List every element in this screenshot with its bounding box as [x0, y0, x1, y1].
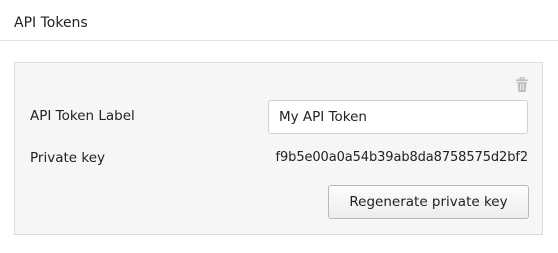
trash-icon[interactable]: [514, 77, 530, 93]
api-token-label-caption: API Token Label: [30, 108, 135, 124]
section-title: API Tokens: [14, 15, 88, 31]
title-divider: [0, 40, 558, 41]
api-token-label-input[interactable]: [268, 100, 528, 134]
regenerate-private-key-button[interactable]: Regenerate private key: [328, 185, 529, 219]
private-key-caption: Private key: [30, 150, 105, 166]
private-key-value: f9b5e00a0a54b39ab8da8758575d2bf2: [275, 150, 529, 165]
